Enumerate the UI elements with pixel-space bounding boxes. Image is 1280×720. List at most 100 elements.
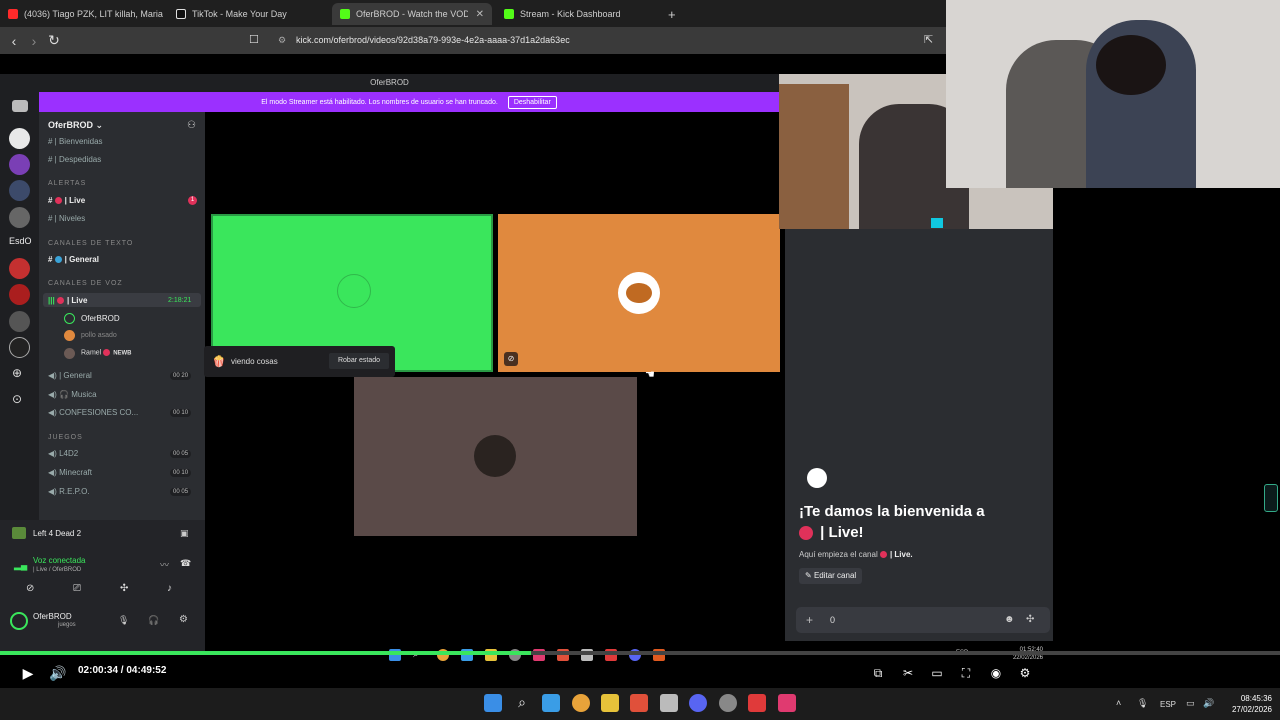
disable-streamer-button[interactable]: Deshabilitar [507,95,557,109]
server-icon[interactable] [9,258,30,279]
server-icon[interactable] [9,128,30,149]
server-icon[interactable] [9,311,30,332]
voice-channel-musica[interactable]: ◀) 🎧 Musica [48,390,97,399]
headphones-icon[interactable]: 🎧 [148,615,159,626]
reload-icon[interactable]: ↻ [44,32,64,49]
settings-gear-icon[interactable]: ⚙ [179,614,188,625]
channel-general-text[interactable]: # | General [48,255,99,264]
close-tab-icon[interactable]: ✕ [476,9,484,20]
settings-icon[interactable]: ⚙ [1015,658,1035,688]
category-alertas[interactable]: ALERTAS [48,180,86,187]
discord-icon[interactable] [689,694,707,712]
activity-name[interactable]: Left 4 Dead 2 [33,529,81,538]
camera-off-icon[interactable]: ⊘ [26,583,34,594]
category-texto[interactable]: CANALES DE TEXTO [48,240,133,247]
disconnect-icon[interactable]: ☎ [180,558,191,569]
lang-indicator[interactable]: ESP [1160,700,1176,709]
category-voz[interactable]: CANALES DE VOZ [48,280,123,287]
video-tile-ramel[interactable] [354,377,637,536]
bookmark-icon[interactable]: ☐ [249,33,259,46]
microphone-icon[interactable]: 🎙 [118,615,129,626]
voice-channel-general[interactable]: ◀) | General [48,371,92,380]
microphone-icon[interactable]: 🎙 [1137,698,1148,709]
clip-icon[interactable]: ✂ [898,658,918,688]
side-widget[interactable] [1264,484,1278,512]
screen-share-icon[interactable]: ⎚ [73,583,81,594]
theater-mode-icon[interactable]: ▭ [927,658,947,688]
start-icon[interactable] [484,694,502,712]
channel-bienvenidas[interactable]: # | Bienvenidas [48,137,103,146]
video-tile-pollo[interactable]: ⊘ [498,214,780,372]
volume-icon[interactable]: 🔊 [1203,698,1214,709]
share-icon[interactable]: ⇱ [924,33,933,46]
photos-icon[interactable] [542,694,560,712]
screen-icon[interactable]: ▣ [180,528,189,539]
channel-niveles[interactable]: # | Niveles [48,214,85,223]
network-icon[interactable]: ▭ [1186,698,1195,709]
forward-icon[interactable]: › [24,33,44,49]
volume-icon[interactable]: 🔊 [48,658,68,688]
voice-user-oferbrod[interactable]: OferBROD [81,314,120,323]
emoji-icon[interactable]: ☻ [1004,614,1015,625]
category-juegos[interactable]: JUEGOS [48,434,83,441]
user-name[interactable]: OferBROD [33,612,72,621]
tab-tiktok[interactable]: TikTok - Make Your Day [168,3,332,25]
tiktok-icon[interactable] [778,694,796,712]
tab-kick-vod[interactable]: OferBROD - Watch the VOD on K ✕ [332,3,492,25]
speed-icon[interactable]: ◉ [986,658,1006,688]
server-icon[interactable] [9,337,30,358]
noise-suppression-icon[interactable]: 〰 [160,558,169,571]
fullscreen-icon[interactable]: ⛶ [956,658,976,688]
taskbar-clock[interactable]: 08:45:36 27/02/2026 [1222,693,1272,715]
tab-kick-dashboard[interactable]: Stream - Kick Dashboard [496,3,656,25]
voice-channel-repo[interactable]: ◀) R.E.P.O. [48,487,90,496]
channel-despedidas[interactable]: # | Despedidas [48,155,101,164]
avatar[interactable] [10,612,28,630]
server-text-label[interactable]: EsdO [9,236,32,246]
avatar[interactable] [64,348,75,359]
folder-icon[interactable] [601,694,619,712]
server-icon[interactable] [9,154,30,175]
voice-channel-l4d2[interactable]: ◀) L4D2 [48,449,78,458]
server-icon[interactable] [9,284,30,305]
voice-connected-sub[interactable]: | Live / OferBROD [33,567,81,573]
activities-icon[interactable]: ✣ [120,583,128,594]
play-icon[interactable]: ▶ [18,658,38,688]
voice-channel-minecraft[interactable]: ◀) Minecraft [48,468,92,477]
back-icon[interactable]: ‹ [4,33,24,49]
message-input[interactable]: + 0 ☻ ✣ [796,607,1050,633]
add-attachment-icon[interactable]: + [806,613,813,627]
apps-icon[interactable]: ✣ [1026,614,1034,625]
chevron-up-icon[interactable]: ˄ [1116,698,1121,708]
site-info-icon[interactable]: ⚙ [278,32,286,49]
soundboard-icon[interactable]: ♪ [167,583,172,594]
server-icon[interactable] [9,180,30,201]
voice-channel-confesiones[interactable]: ◀) CONFESIONES CO... [48,408,138,417]
app-icon[interactable] [748,694,766,712]
brave-icon[interactable] [630,694,648,712]
avatar[interactable] [64,330,75,341]
new-tab-button[interactable]: + [660,3,680,25]
app-icon[interactable] [660,694,678,712]
server-name[interactable]: OferBROD ⌄ [48,120,103,131]
app-icon[interactable] [719,694,737,712]
avatar[interactable] [64,313,75,324]
voice-channel-live[interactable]: ||| | Live [48,296,87,305]
edit-channel-button[interactable]: ✎ Editar canal [799,568,863,584]
search-icon[interactable]: ⌕ [513,694,531,712]
miniplayer-icon[interactable]: ⧉ [868,658,888,688]
channel-live-alert[interactable]: # | Live [48,196,85,205]
invite-icon[interactable]: ⚇ [187,120,196,131]
discord-home-icon[interactable] [12,100,28,112]
add-server-icon[interactable]: ⊕ [12,366,22,380]
explore-icon[interactable]: ⊙ [12,392,22,406]
tab-youtube[interactable]: (4036) Tiago PZK, LIT killah, Maria Be [0,3,166,25]
voice-user-ramel[interactable]: Ramel NEWB [81,349,132,356]
steal-status-button[interactable]: Robar estado [329,353,389,369]
voice-connected-label[interactable]: Voz conectada [33,556,85,565]
url-field[interactable]: ⚙ kick.com/oferbrod/videos/92d38a79-993e-… [272,32,944,49]
roast-chicken-icon [626,283,652,303]
voice-user-pollo[interactable]: pollo asado [81,332,117,339]
server-icon[interactable] [9,207,30,228]
chrome-icon[interactable] [572,694,590,712]
